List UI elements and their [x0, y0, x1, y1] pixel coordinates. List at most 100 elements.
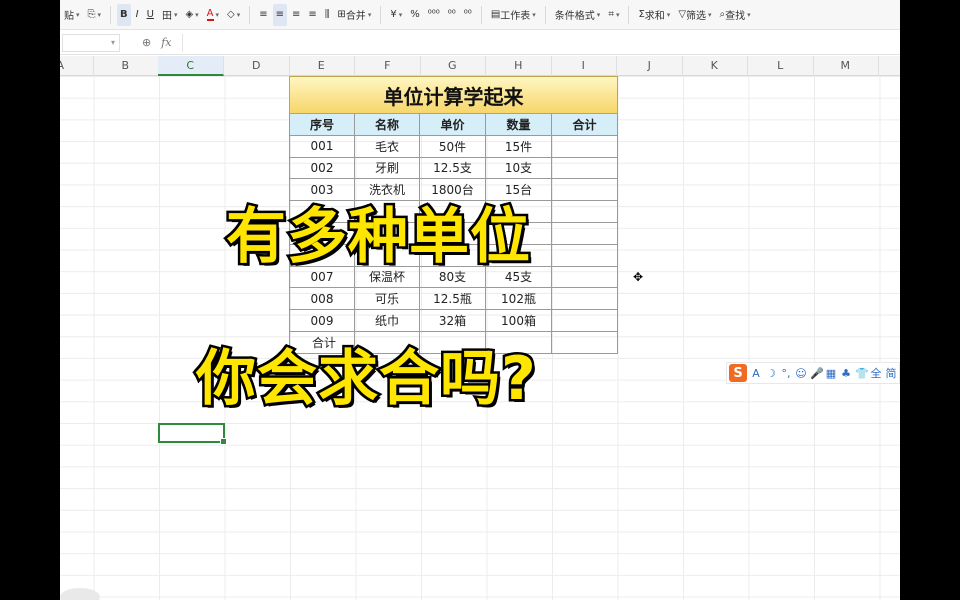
- find-button[interactable]: ⌕ 查找 ▾: [717, 4, 754, 26]
- table-cell[interactable]: [552, 310, 618, 332]
- currency-button[interactable]: ¥ ▾: [387, 4, 405, 26]
- distribute-button[interactable]: ⫼: [322, 4, 333, 26]
- column-header-j[interactable]: J: [617, 56, 683, 76]
- worksheet-icon: ▤: [490, 9, 501, 20]
- column-header-i[interactable]: I: [551, 56, 617, 76]
- table-cell[interactable]: [552, 201, 618, 223]
- underline-button[interactable]: U: [144, 4, 157, 26]
- header-cell[interactable]: 名称: [355, 114, 420, 136]
- ime-toolbar: S A ☽ °, ☺ 🎤 ▦ ♣ 👕 全简: [726, 362, 900, 384]
- column-header-k[interactable]: K: [682, 56, 748, 76]
- decrease-decimal-button[interactable]: ⁰⁰: [461, 4, 475, 26]
- overlay-caption-1: 有多种单位: [224, 200, 533, 275]
- table-cell[interactable]: 001: [289, 135, 355, 158]
- table-cell[interactable]: 102瓶: [486, 288, 552, 311]
- sum-button[interactable]: Σ 求和 ▾: [635, 4, 673, 26]
- ime-tool-icon[interactable]: 简: [885, 365, 897, 381]
- column-header-m[interactable]: M: [813, 56, 879, 76]
- column-header-c[interactable]: C: [158, 56, 224, 76]
- paste-button[interactable]: 贴 ▾: [61, 4, 83, 26]
- table-cell[interactable]: [552, 135, 618, 158]
- column-header-b[interactable]: B: [93, 56, 159, 76]
- table-cell[interactable]: [552, 222, 618, 245]
- table-cell[interactable]: [552, 179, 618, 202]
- ime-tool-icon[interactable]: 👕: [855, 367, 869, 380]
- column-headers: ABCDEFGHIJKLM: [60, 56, 900, 76]
- table-row: 002 牙刷 12.5支 10支: [289, 157, 618, 180]
- align-middle-button[interactable]: ≡: [272, 3, 288, 26]
- table-cell[interactable]: 可乐: [355, 288, 420, 311]
- align-bottom-button[interactable]: ≡: [289, 4, 303, 26]
- fx-icon[interactable]: fx: [161, 36, 171, 49]
- table-row: 001 毛衣 50件 15件: [289, 135, 618, 158]
- table-title: 单位计算学起来: [289, 76, 618, 114]
- column-header-d[interactable]: D: [224, 56, 290, 76]
- table-cell[interactable]: [552, 157, 618, 180]
- bold-button[interactable]: B: [117, 3, 131, 26]
- increase-decimal-button[interactable]: ⁰⁰: [445, 4, 459, 26]
- cell-format-button[interactable]: ⌗ ▾: [605, 4, 622, 26]
- table-cell[interactable]: [552, 288, 618, 311]
- table-cell[interactable]: 牙刷: [355, 157, 420, 180]
- format-painter-button[interactable]: ⎘ ▾: [85, 4, 105, 26]
- header-cell[interactable]: 单价: [420, 114, 486, 136]
- table-cell[interactable]: 纸巾: [355, 310, 420, 332]
- spreadsheet-app: 贴 ▾ ⎘ ▾ B I U 田 ▾ ◈ ▾ A ▾ ◇ ▾ ≡ ≡ ≡ ≡ ⫼ ⊞ 合并 ▾ ¥…: [60, 0, 900, 600]
- column-header-f[interactable]: F: [355, 56, 421, 76]
- clear-format-button[interactable]: ◇ ▾: [224, 4, 243, 26]
- filter-button[interactable]: ▽ 筛选 ▾: [675, 4, 714, 26]
- table-row: 008 可乐 12.5瓶 102瓶: [289, 288, 618, 311]
- column-header-l[interactable]: L: [748, 56, 814, 76]
- header-cell[interactable]: 合计: [552, 114, 618, 136]
- selected-cell[interactable]: [158, 423, 227, 445]
- align-justify-button[interactable]: ≡: [305, 4, 319, 26]
- table-cell[interactable]: 15件: [486, 135, 552, 158]
- percent-button[interactable]: %: [407, 4, 423, 26]
- zoom-icon[interactable]: ⊕: [142, 36, 151, 49]
- column-header-e[interactable]: E: [289, 56, 355, 76]
- merge-button[interactable]: ⊞ 合并 ▾: [334, 4, 374, 26]
- ime-tool-icon[interactable]: ♣: [840, 367, 852, 380]
- conditional-format-button[interactable]: 条件格式 ▾: [552, 4, 604, 26]
- formula-input[interactable]: [181, 33, 882, 52]
- align-top-button[interactable]: ≡: [256, 4, 270, 26]
- fill-color-button[interactable]: ◈ ▾: [182, 4, 201, 26]
- table-row: 009 纸巾 32箱 100箱: [289, 310, 618, 332]
- table-cell[interactable]: 32箱: [420, 310, 486, 332]
- borders-button[interactable]: 田 ▾: [159, 4, 181, 26]
- ime-tool-icon[interactable]: 全: [870, 365, 882, 381]
- font-color-button[interactable]: A ▾: [204, 4, 222, 26]
- table-cell[interactable]: [552, 331, 618, 354]
- ime-tool-icon[interactable]: ☽: [765, 367, 777, 380]
- table-cell[interactable]: 100箱: [486, 310, 552, 332]
- table-cell[interactable]: [552, 266, 618, 289]
- crosshair-cursor-icon: ✥: [633, 270, 644, 284]
- ime-tool-icon[interactable]: ☺: [795, 367, 807, 380]
- ime-tool-icon[interactable]: 🎤: [810, 367, 824, 380]
- thousands-button[interactable]: ⁰⁰⁰: [425, 4, 443, 26]
- header-cell[interactable]: 序号: [289, 114, 355, 136]
- table-cell[interactable]: 002: [289, 157, 355, 180]
- table-cell[interactable]: 12.5支: [420, 157, 486, 180]
- ime-tool-icon[interactable]: °,: [780, 367, 792, 380]
- worksheet-button[interactable]: ▤ 工作表 ▾: [488, 4, 539, 26]
- ime-tool-icon[interactable]: ▦: [825, 367, 837, 380]
- column-header-a[interactable]: A: [60, 56, 94, 76]
- column-header-h[interactable]: H: [486, 56, 552, 76]
- table-cell[interactable]: 10支: [486, 157, 552, 180]
- table-header-row: 序号 名称 单价 数量 合计: [289, 114, 618, 136]
- name-box[interactable]: ▾: [62, 33, 120, 52]
- column-header-g[interactable]: G: [420, 56, 486, 76]
- table-cell[interactable]: 009: [289, 310, 355, 332]
- sogou-logo-icon[interactable]: S: [729, 364, 747, 382]
- ime-tool-icon[interactable]: A: [750, 367, 762, 380]
- scroll-handle: [60, 588, 100, 600]
- table-cell[interactable]: 50件: [420, 135, 486, 158]
- table-cell[interactable]: 毛衣: [355, 135, 420, 158]
- table-cell[interactable]: 12.5瓶: [420, 288, 486, 311]
- italic-button[interactable]: I: [133, 4, 142, 26]
- table-cell[interactable]: [552, 244, 618, 267]
- merge-icon: ⊞: [337, 9, 346, 20]
- table-cell[interactable]: 008: [289, 288, 355, 311]
- header-cell[interactable]: 数量: [486, 114, 552, 136]
